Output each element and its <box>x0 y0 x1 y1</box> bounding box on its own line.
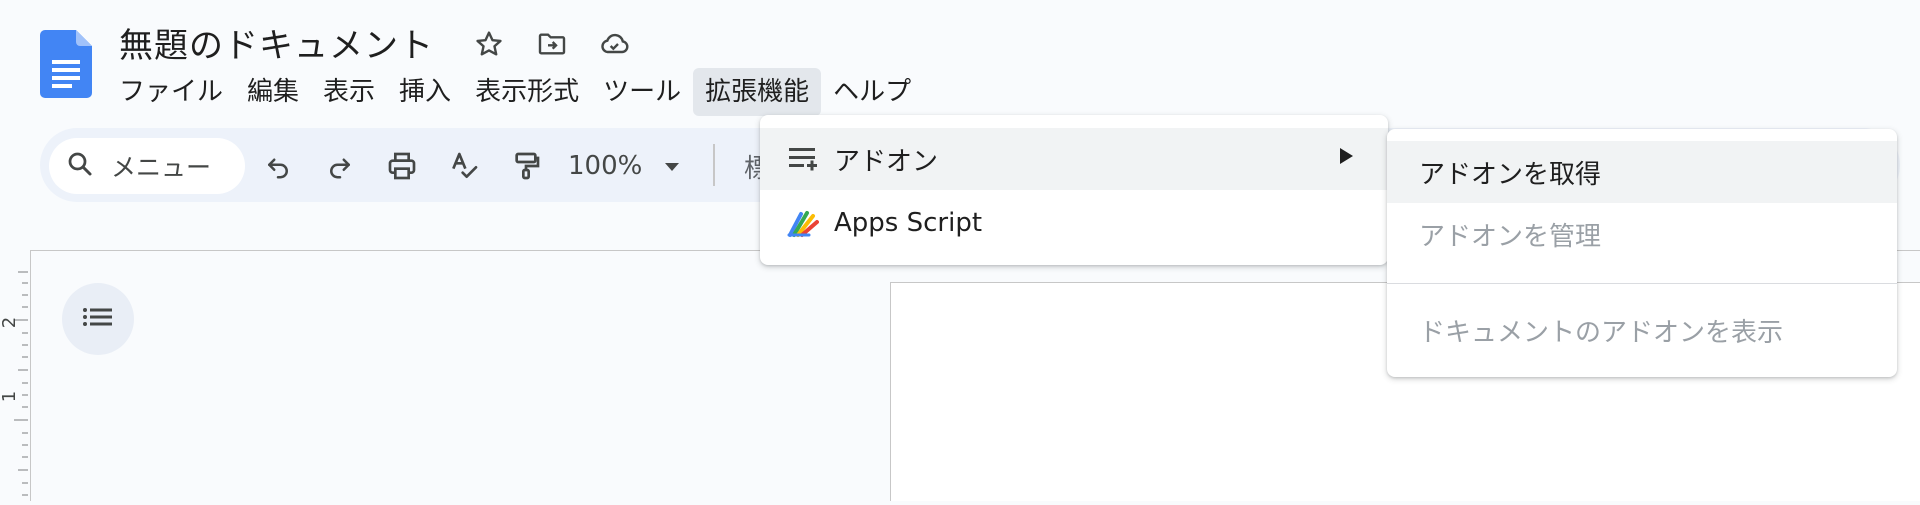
menu-file[interactable]: ファイル <box>107 68 235 116</box>
undo-icon[interactable] <box>256 143 300 189</box>
vertical-ruler: 2 1 <box>0 250 30 501</box>
addons-submenu: アドオンを取得 アドオンを管理 ドキュメントのアドオンを表示 <box>1387 129 1897 377</box>
menu-item-label: Apps Script <box>834 208 983 238</box>
document-outline-button[interactable] <box>62 283 134 355</box>
menu-view[interactable]: 表示 <box>311 68 387 116</box>
menu-insert[interactable]: 挿入 <box>387 68 463 116</box>
menu-item-manage-addons: アドオンを管理 <box>1419 221 1602 252</box>
zoom-value: 100% <box>568 151 643 181</box>
search-placeholder: メニュー <box>111 153 212 182</box>
zoom-select[interactable]: 100% <box>568 140 692 192</box>
paint-format-icon[interactable] <box>504 143 548 189</box>
search-icon <box>65 149 95 183</box>
print-icon[interactable] <box>380 143 424 189</box>
list-icon <box>82 305 114 333</box>
move-folder-icon[interactable] <box>534 26 570 62</box>
menu-tools[interactable]: ツール <box>591 68 693 116</box>
extensions-menu: アドオン Apps Script <box>760 115 1388 265</box>
submenu-arrow-icon <box>1340 148 1353 164</box>
spellcheck-icon[interactable] <box>442 143 486 189</box>
menu-item-label: アドオン <box>834 146 939 177</box>
menu-item-addons[interactable]: アドオン <box>760 128 1388 190</box>
redo-icon[interactable] <box>318 143 362 189</box>
menu-bar: ファイル 編集 表示 挿入 表示形式 ツール 拡張機能 ヘルプ <box>107 68 923 116</box>
chevron-down-icon <box>664 157 680 176</box>
menu-item-apps-script[interactable]: Apps Script <box>760 192 1388 254</box>
menu-item-view-document-addons: ドキュメントのアドオンを表示 <box>1419 317 1784 348</box>
menu-divider <box>1387 283 1897 284</box>
menu-edit[interactable]: 編集 <box>235 68 311 116</box>
star-icon[interactable] <box>471 26 507 62</box>
menu-item-get-addons[interactable]: アドオンを取得 <box>1387 141 1897 203</box>
toolbar-divider <box>713 144 715 186</box>
docs-logo[interactable] <box>40 30 92 98</box>
apps-script-icon <box>786 206 820 240</box>
menu-format[interactable]: 表示形式 <box>463 68 591 116</box>
ruler-label: 2 <box>0 316 21 329</box>
document-title[interactable]: 無題のドキュメント <box>119 18 434 67</box>
ruler-label: 1 <box>0 390 21 403</box>
cloud-saved-icon[interactable] <box>596 26 632 62</box>
menu-help[interactable]: ヘルプ <box>821 68 923 116</box>
addons-icon <box>786 142 820 176</box>
menu-search[interactable]: メニュー <box>49 138 245 194</box>
menu-extensions[interactable]: 拡張機能 <box>693 68 822 116</box>
